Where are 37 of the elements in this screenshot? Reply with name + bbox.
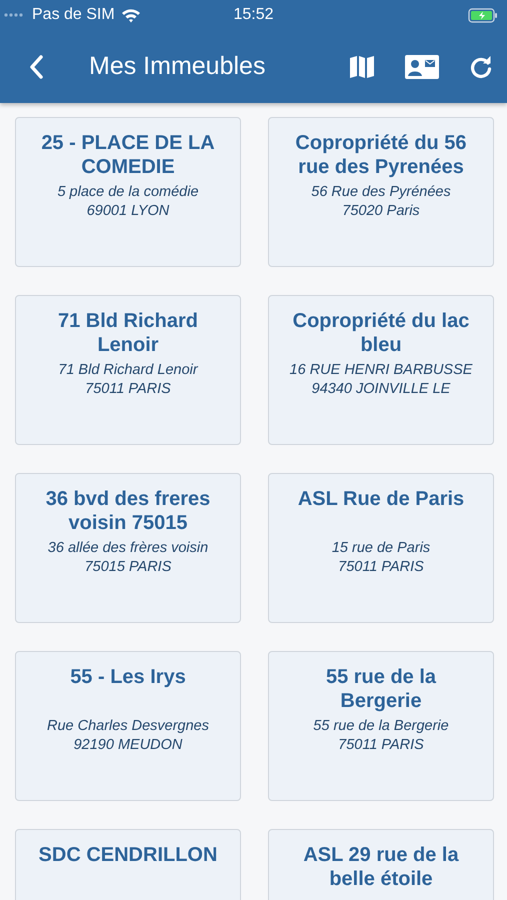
carrier-text: Pas de SIM	[32, 6, 115, 24]
back-button[interactable]	[28, 54, 44, 80]
building-name: SDC CENDRILLON	[38, 843, 218, 868]
page-title: Mes Immeubles	[89, 52, 266, 81]
building-card[interactable]: 55 rue de la Bergerie 55 rue de la Bergerie 75011 PARIS	[268, 651, 494, 801]
building-address: 55 rue de la Bergerie 75011 PARIS	[312, 717, 450, 755]
building-name: 71 Bld Richard Lenoir	[56, 309, 200, 358]
refresh-button[interactable]	[469, 54, 493, 78]
wifi-icon	[120, 8, 141, 22]
map-button[interactable]	[349, 54, 375, 80]
contact-card-button[interactable]	[405, 54, 439, 78]
building-card[interactable]: 36 bvd des freres voisin 75015 36 allée des frères voisin 75015 PARIS	[15, 473, 241, 623]
clock-text: 15:52	[233, 6, 274, 24]
building-address: 71 Bld Richard Lenoir 75011 PARIS	[57, 361, 200, 399]
building-card[interactable]: ASL 29 rue de la belle étoile	[268, 829, 494, 900]
battery-icon	[468, 8, 498, 22]
building-address: 15 rue de Paris 75011 PARIS	[330, 539, 432, 577]
building-card[interactable]: 55 - Les Irys Rue Charles Desvergnes 92190 MEUDON	[15, 651, 241, 801]
building-address: 16 RUE HENRI BARBUSSE 94340 JOINVILLE LE	[288, 361, 474, 399]
building-card[interactable]: Copropriété du 56 rue des Pyrenées 56 Rue des Pyrénées 75020 Paris	[268, 117, 494, 267]
building-address: Rue Charles Desvergnes 92190 MEUDON	[46, 717, 210, 755]
building-card[interactable]: 71 Bld Richard Lenoir 71 Bld Richard Lenoir 75011 PARIS	[15, 295, 241, 445]
building-name: Copropriété du 56 rue des Pyrenées	[294, 131, 468, 180]
building-address: 5 place de la comédie 69001 LYON	[56, 183, 200, 221]
building-name: 55 rue de la Bergerie	[324, 665, 438, 714]
building-name: ASL 29 rue de la belle étoile	[302, 843, 460, 892]
building-address: 56 Rue des Pyrénées 75020 Paris	[310, 183, 452, 221]
building-card[interactable]: SDC CENDRILLON	[15, 829, 241, 900]
building-name: 25 - PLACE DE LA COMEDIE	[40, 131, 216, 180]
building-card[interactable]: ASL Rue de Paris 15 rue de Paris 75011 PARIS	[268, 473, 494, 623]
building-card[interactable]: Copropriété du lac bleu 16 RUE HENRI BARBUSSE 94340 JOINVILLE LE	[268, 295, 494, 445]
building-name: ASL Rue de Paris	[296, 487, 466, 512]
building-name: 55 - Les Irys	[69, 665, 187, 690]
building-card[interactable]: 25 - PLACE DE LA COMEDIE 5 place de la comédie 69001 LYON	[15, 117, 241, 267]
building-address: 36 allée des frères voisin 75015 PARIS	[46, 539, 210, 577]
building-name: 36 bvd des freres voisin 75015	[44, 487, 212, 536]
building-name: Copropriété du lac bleu	[292, 309, 470, 358]
